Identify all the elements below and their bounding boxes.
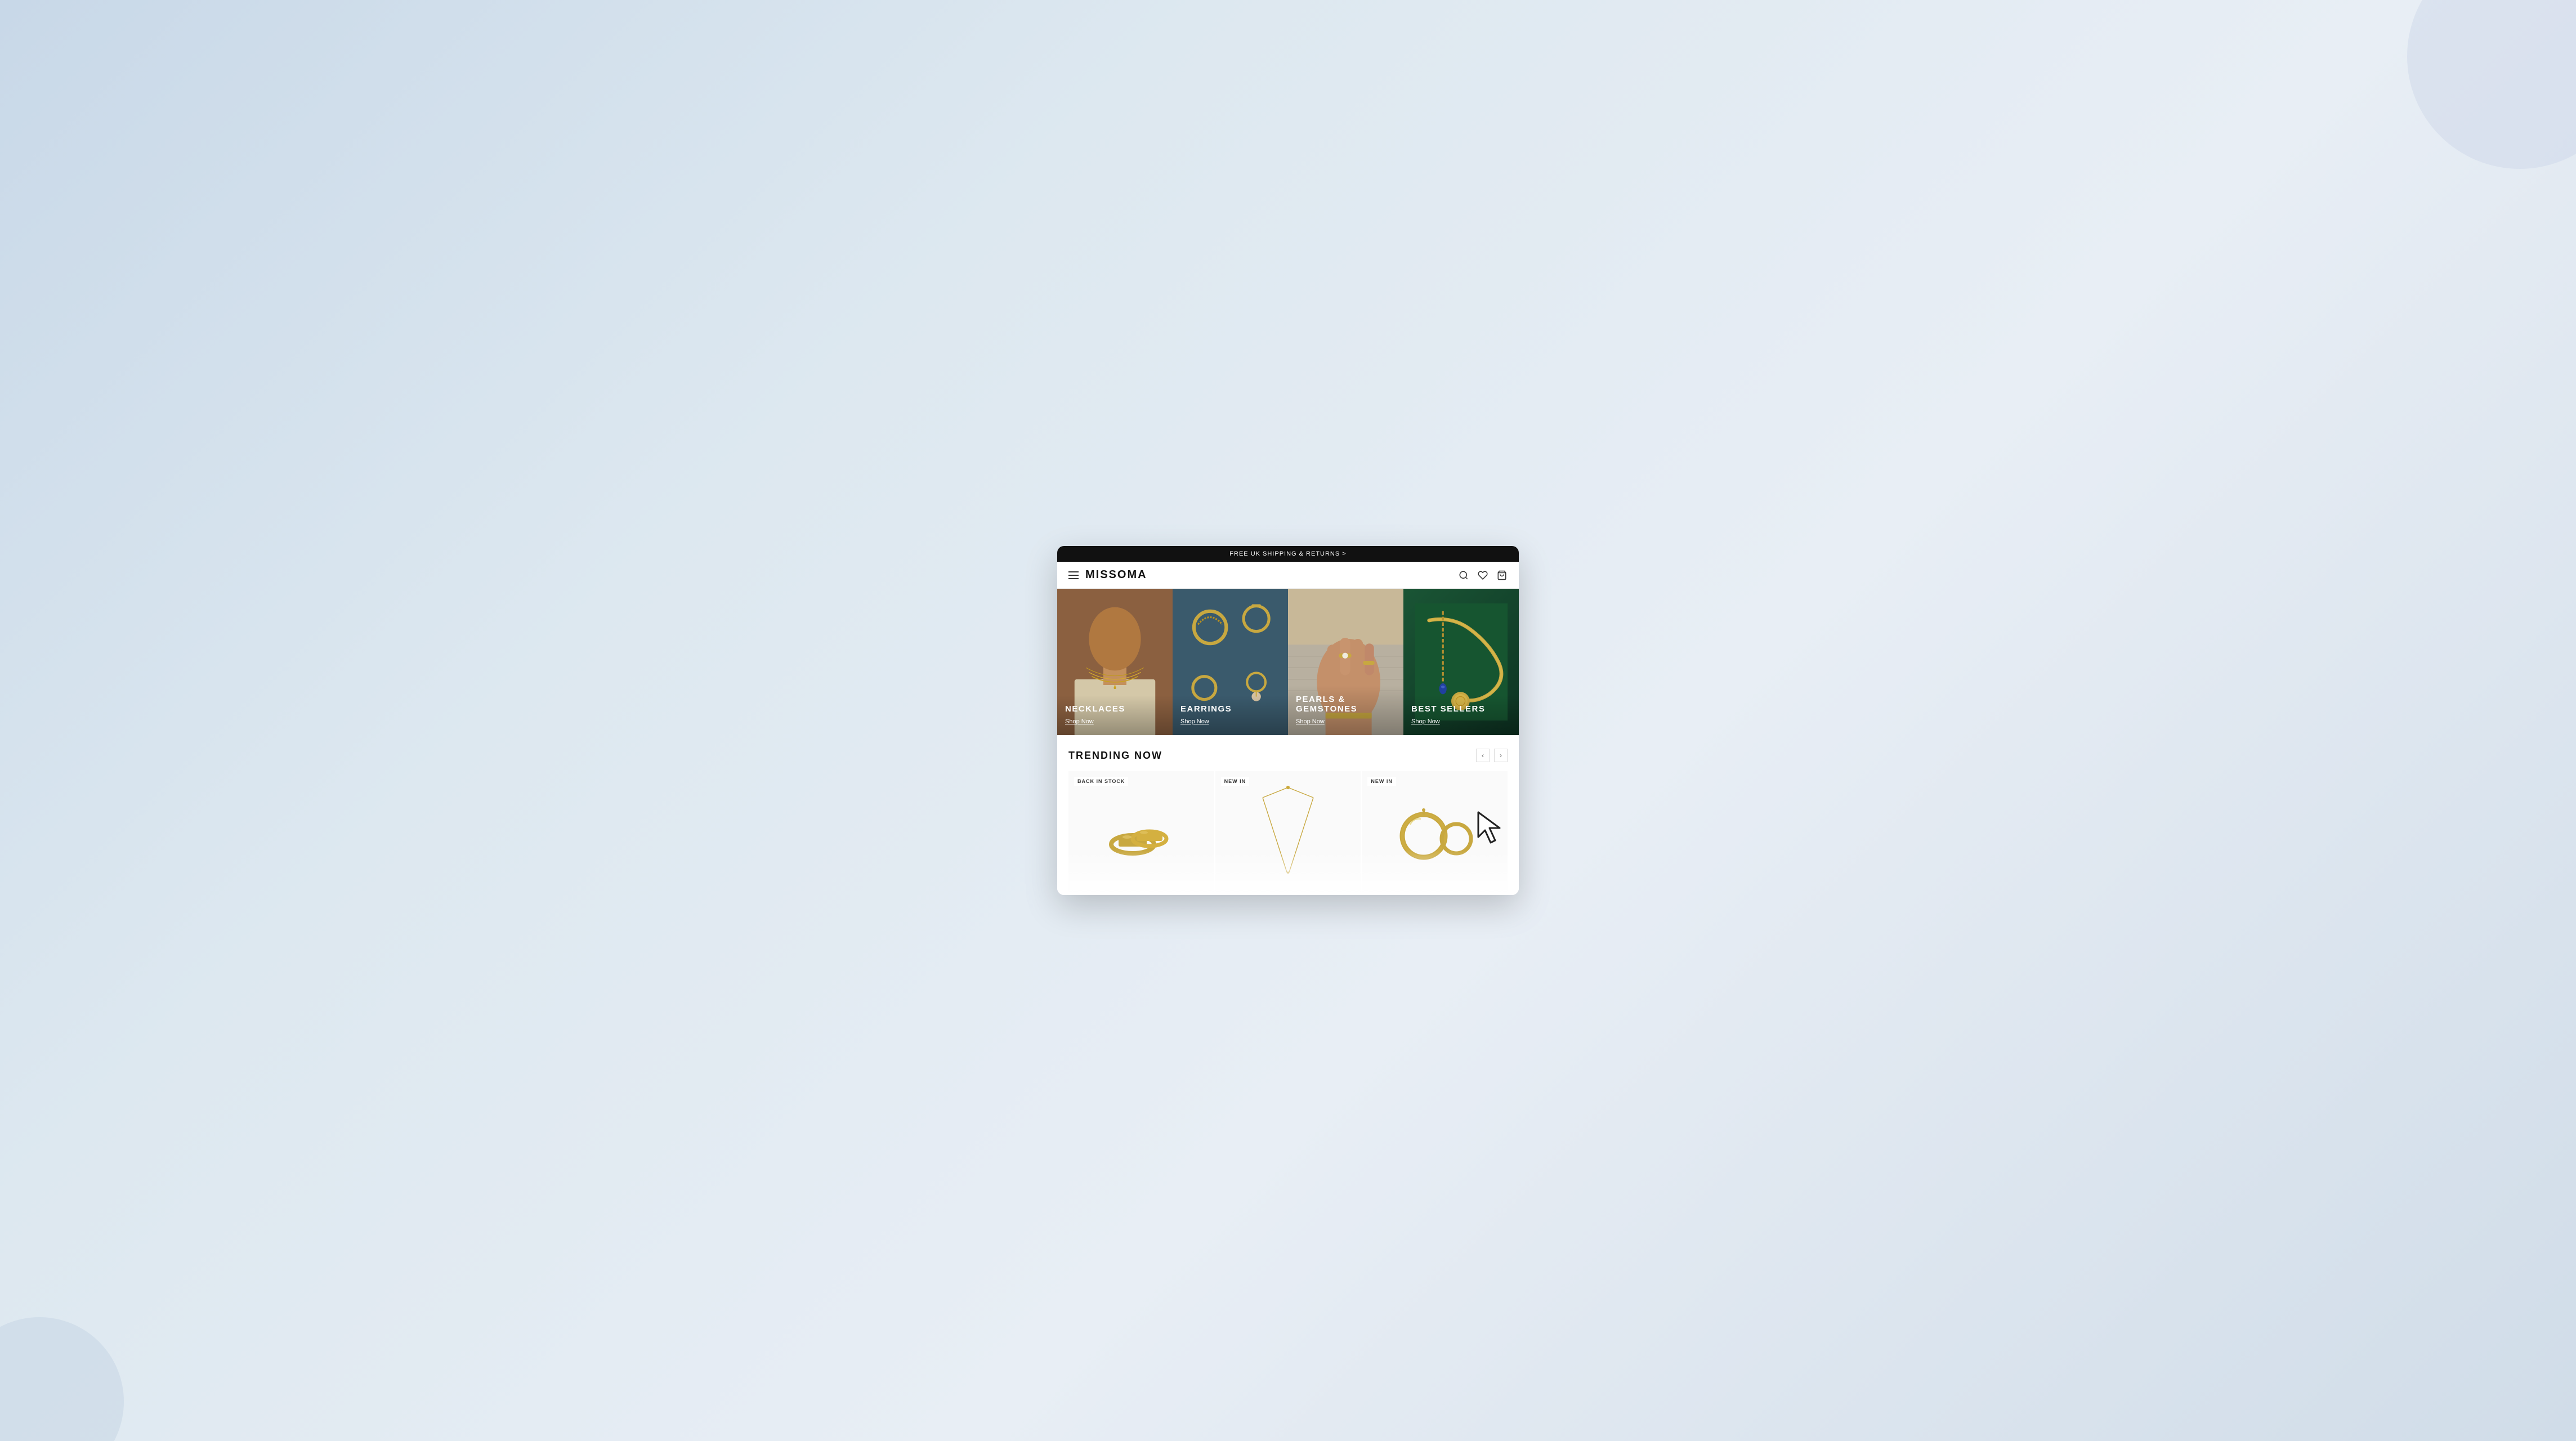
trending-prev-button[interactable]: ‹ (1476, 749, 1490, 762)
pearls-title: PEARLS & GEMSTONES (1296, 695, 1396, 714)
category-pearls[interactable]: PEARLS & GEMSTONES Shop Now (1288, 589, 1403, 735)
navbar-left: MISSOMA (1068, 569, 1147, 581)
category-grid: NECKLACES Shop Now (1057, 589, 1519, 735)
brand-logo[interactable]: MISSOMA (1085, 569, 1147, 581)
hamburger-menu[interactable] (1068, 571, 1079, 579)
earrings-shop-now[interactable]: Shop Now (1180, 718, 1209, 725)
bestsellers-shop-now[interactable]: Shop Now (1411, 718, 1440, 725)
pearls-label: PEARLS & GEMSTONES Shop Now (1288, 686, 1403, 735)
wishlist-icon[interactable] (1477, 570, 1488, 581)
product-card-1[interactable]: BACK IN STOCK (1068, 771, 1214, 895)
search-icon[interactable] (1458, 570, 1469, 581)
navbar: MISSOMA (1057, 562, 1519, 589)
announcement-bar[interactable]: FREE UK SHIPPING & RETURNS > (1057, 546, 1519, 562)
product-badge-1: BACK IN STOCK (1074, 777, 1128, 786)
trending-next-button[interactable]: › (1494, 749, 1508, 762)
necklaces-label: NECKLACES Shop Now (1057, 695, 1173, 735)
cart-icon[interactable] (1496, 570, 1508, 581)
category-bestsellers[interactable]: BEST SELLERS Shop Now (1403, 589, 1519, 735)
earrings-title: EARRINGS (1180, 704, 1280, 714)
earrings-label: EARRINGS Shop Now (1173, 695, 1288, 735)
necklaces-title: NECKLACES (1065, 704, 1165, 714)
bestsellers-title: BEST SELLERS (1411, 704, 1511, 714)
trending-title: TRENDING NOW (1068, 750, 1162, 762)
category-necklaces[interactable]: NECKLACES Shop Now (1057, 589, 1173, 735)
product-card-2[interactable]: NEW IN (1215, 771, 1361, 895)
navbar-right (1458, 570, 1508, 581)
products-grid: BACK IN STOCK (1068, 771, 1508, 895)
trending-nav: ‹ › (1476, 749, 1508, 762)
announcement-text: FREE UK SHIPPING & RETURNS > (1229, 551, 1346, 557)
trending-header: TRENDING NOW ‹ › (1068, 749, 1508, 762)
product-card-3[interactable]: NEW IN (1362, 771, 1508, 895)
product-badge-2: NEW IN (1221, 777, 1250, 786)
trending-section: TRENDING NOW ‹ › BACK IN STOCK (1057, 735, 1519, 895)
product-badge-3: NEW IN (1367, 777, 1396, 786)
pearls-shop-now[interactable]: Shop Now (1296, 718, 1325, 725)
browser-window: FREE UK SHIPPING & RETURNS > MISSOMA (1057, 546, 1519, 895)
necklaces-shop-now[interactable]: Shop Now (1065, 718, 1094, 725)
category-earrings[interactable]: EARRINGS Shop Now (1173, 589, 1288, 735)
bestsellers-label: BEST SELLERS Shop Now (1403, 695, 1519, 735)
